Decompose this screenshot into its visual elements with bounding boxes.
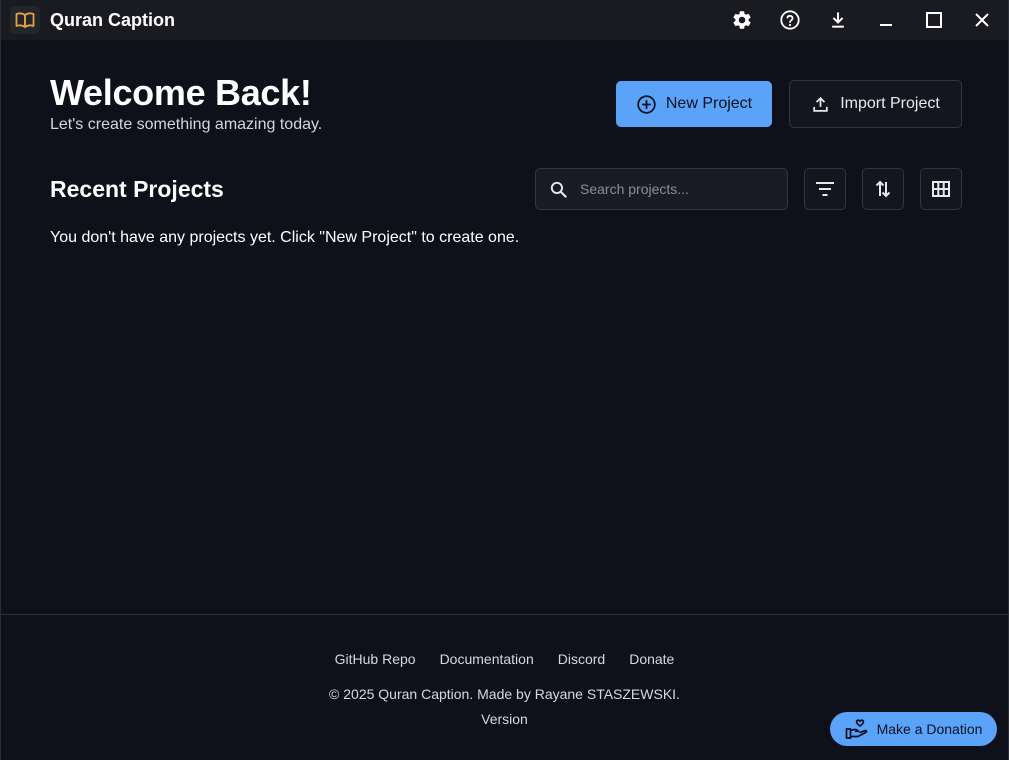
footer-link-discord[interactable]: Discord (558, 651, 605, 667)
footer-links: GitHub Repo Documentation Discord Donate (1, 651, 1008, 667)
sort-icon (875, 180, 891, 198)
footer-link-github[interactable]: GitHub Repo (335, 651, 416, 667)
upload-icon (813, 96, 828, 112)
app-window: Quran Caption Welcome Back! Let's create… (0, 0, 1009, 760)
close-icon (975, 13, 989, 27)
minimize-icon (880, 24, 892, 26)
new-project-label: New Project (665, 95, 753, 112)
maximize-button[interactable] (919, 6, 949, 34)
page-title: Welcome Back! (50, 72, 312, 113)
grid-view-button[interactable] (920, 168, 962, 210)
download-icon (832, 12, 844, 28)
copyright-text: © 2025 Quran Caption. Made by Rayane STA… (329, 686, 680, 702)
search-input[interactable] (580, 169, 787, 209)
gear-icon (733, 11, 751, 29)
plus-circle-icon (637, 94, 656, 114)
sort-button[interactable] (862, 168, 904, 210)
app-title: Quran Caption (50, 10, 175, 30)
settings-button[interactable] (727, 6, 757, 34)
search-icon (536, 180, 580, 199)
hand-heart-icon (845, 719, 867, 739)
make-donation-label: Make a Donation (876, 721, 983, 737)
maximize-icon (926, 12, 942, 28)
download-button[interactable] (823, 6, 853, 34)
grid-icon (932, 181, 950, 197)
help-button[interactable] (775, 6, 805, 34)
close-button[interactable] (967, 6, 997, 34)
empty-projects-message: You don't have any projects yet. Click "… (50, 229, 520, 246)
footer-link-documentation[interactable]: Documentation (440, 651, 534, 667)
book-icon (10, 6, 40, 34)
search-box (535, 168, 788, 210)
recent-projects-title: Recent Projects (50, 176, 224, 202)
minimize-button[interactable] (871, 6, 901, 34)
title-bar: Quran Caption (1, 0, 1008, 40)
footer-link-donate[interactable]: Donate (629, 651, 674, 667)
import-project-label: Import Project (840, 95, 940, 112)
page-subtitle: Let's create something amazing today. (50, 116, 323, 133)
help-icon (780, 10, 800, 30)
new-project-button[interactable]: New Project (616, 81, 772, 127)
filter-icon (816, 182, 834, 196)
make-donation-button[interactable]: Make a Donation (830, 712, 997, 746)
import-project-button[interactable]: Import Project (789, 80, 962, 128)
filter-button[interactable] (804, 168, 846, 210)
